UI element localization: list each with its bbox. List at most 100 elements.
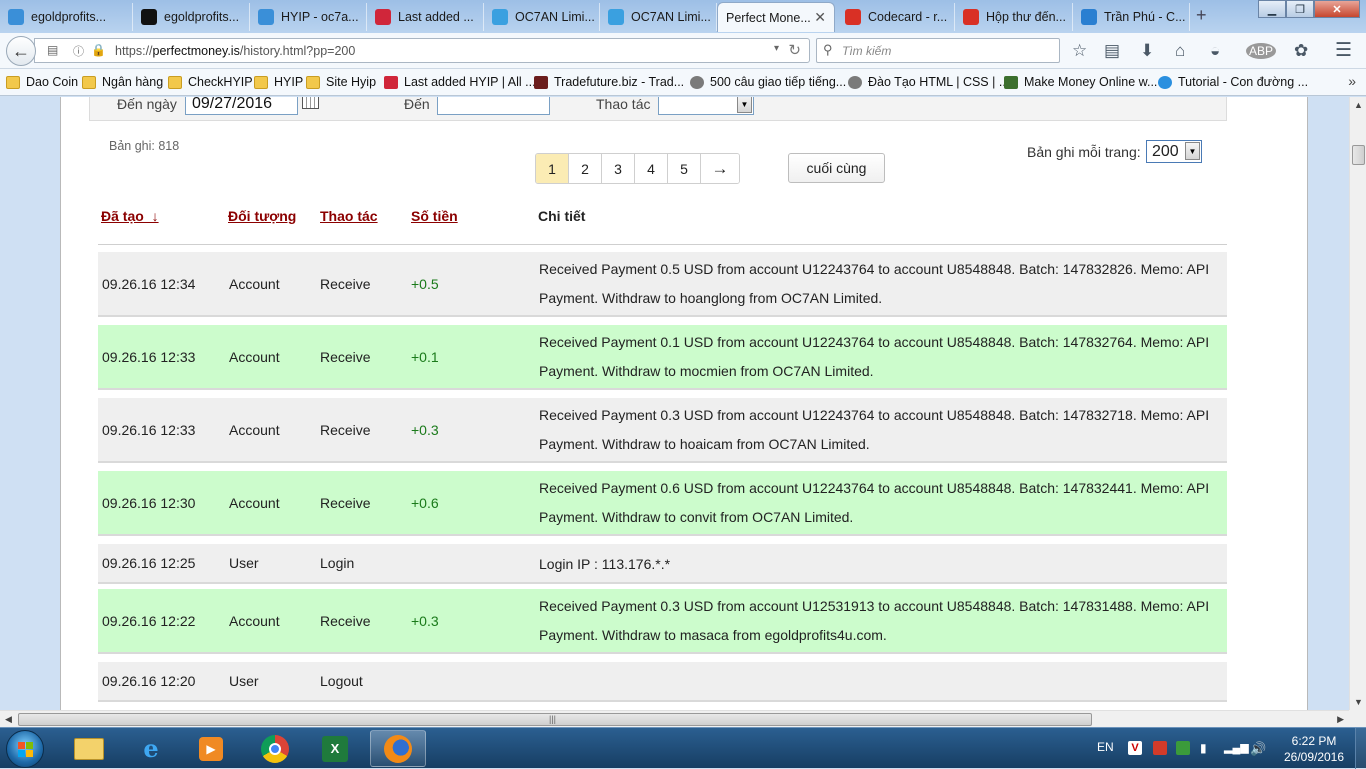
- search-box[interactable]: ⚲ Tìm kiếm: [816, 38, 1060, 63]
- browser-tab[interactable]: Trần Phú - C...: [1073, 3, 1190, 31]
- more-bookmarks-icon[interactable]: »: [1348, 73, 1356, 89]
- shield-icon[interactable]: [1153, 741, 1167, 755]
- search-placeholder: Tìm kiếm: [842, 44, 892, 58]
- record-count: Bản ghi: 818: [109, 139, 180, 153]
- column-operation-sort[interactable]: Thao tác: [320, 208, 378, 224]
- signal-icon[interactable]: ▂▄▆: [1224, 741, 1249, 755]
- browser-tab[interactable]: HYIP - oc7a...: [250, 3, 367, 31]
- network-app-icon[interactable]: [1176, 741, 1190, 755]
- page-5-button[interactable]: 5: [668, 154, 701, 183]
- bookmark-item[interactable]: Last added HYIP | All ...: [384, 75, 536, 89]
- bookmark-item[interactable]: Tutorial - Con đường ...: [1158, 75, 1308, 89]
- start-button[interactable]: [6, 730, 44, 768]
- to-field[interactable]: [437, 97, 550, 115]
- cell-operation: Receive: [320, 349, 371, 365]
- to-date-field[interactable]: 09/27/2016: [185, 97, 298, 115]
- cell-amount: +0.5: [411, 276, 439, 292]
- close-window-button[interactable]: ✕: [1314, 0, 1360, 18]
- bookmark-item[interactable]: Dao Coin: [6, 75, 78, 89]
- per-page-select[interactable]: 200 ▼: [1146, 140, 1202, 163]
- vertical-scroll-thumb[interactable]: [1352, 145, 1365, 165]
- extension-icon[interactable]: ✿: [1294, 41, 1308, 61]
- bookmark-item[interactable]: Đào Tạo HTML | CSS | ...: [848, 75, 1009, 89]
- show-desktop-button[interactable]: [1355, 728, 1366, 769]
- clock[interactable]: 6:22 PM 26/09/2016: [1281, 733, 1347, 765]
- browser-tab[interactable]: OC7AN Limi...: [600, 3, 717, 31]
- cell-date: 09.26.16 12:34: [102, 276, 196, 292]
- taskbar-chrome[interactable]: [247, 730, 303, 767]
- page-1-button[interactable]: 1: [536, 154, 569, 183]
- last-page-button[interactable]: cuối cùng: [788, 153, 885, 183]
- browser-tab[interactable]: OC7AN Limi...: [484, 3, 600, 31]
- url-text[interactable]: https://perfectmoney.is/history.html?pp=…: [115, 44, 355, 58]
- scroll-up-icon[interactable]: ▲: [1354, 100, 1363, 110]
- minimize-button[interactable]: ▁: [1258, 0, 1286, 18]
- close-tab-icon[interactable]: ✕: [814, 9, 826, 26]
- new-tab-button[interactable]: +: [1196, 5, 1207, 26]
- bookmark-item[interactable]: HYIP: [254, 75, 303, 89]
- taskbar-internet-explorer[interactable]: e: [123, 730, 179, 767]
- restore-button[interactable]: ❐: [1286, 0, 1314, 18]
- bookmark-item[interactable]: Make Money Online w...: [1004, 75, 1157, 89]
- page-3-button[interactable]: 3: [602, 154, 635, 183]
- column-amount-sort[interactable]: Số tiền: [411, 208, 458, 224]
- next-page-button[interactable]: →: [701, 154, 739, 183]
- bookmark-item[interactable]: CheckHYIP: [168, 75, 253, 89]
- horizontal-scrollbar[interactable]: ◀ ||| ▶: [0, 710, 1349, 727]
- operation-filter-label: Thao tác: [596, 97, 651, 112]
- taskbar-firefox[interactable]: [370, 730, 426, 767]
- bookmark-item[interactable]: Ngân hàng: [82, 75, 163, 89]
- site-identity-icon[interactable]: ⓘ: [73, 43, 84, 59]
- skype-icon: [1158, 75, 1172, 89]
- back-button[interactable]: ←: [6, 36, 36, 66]
- cell-amount: +0.1: [411, 349, 439, 365]
- page-info-icon[interactable]: ▤: [47, 43, 58, 57]
- power-icon[interactable]: ▮: [1200, 741, 1214, 755]
- adblock-icon[interactable]: ABP: [1246, 43, 1277, 59]
- menu-icon[interactable]: ☰: [1335, 39, 1352, 62]
- taskbar-excel[interactable]: X: [307, 730, 363, 767]
- browser-tab[interactable]: egoldprofits...: [0, 3, 133, 31]
- cell-operation: Receive: [320, 495, 371, 511]
- taskbar-media-player[interactable]: ▶: [183, 730, 239, 767]
- scroll-left-icon[interactable]: ◀: [5, 714, 12, 725]
- page-2-button[interactable]: 2: [569, 154, 602, 183]
- column-object-sort[interactable]: Đối tượng: [228, 208, 296, 224]
- horizontal-scroll-thumb[interactable]: |||: [18, 713, 1092, 726]
- browser-tab[interactable]: Codecard - r...: [837, 3, 955, 31]
- language-indicator[interactable]: EN: [1097, 740, 1114, 754]
- browser-tab[interactable]: Last added ...: [367, 3, 484, 31]
- column-created-sort[interactable]: Đã tạo_↓: [101, 208, 159, 224]
- scroll-right-icon[interactable]: ▶: [1337, 714, 1344, 725]
- operation-select[interactable]: ▼: [658, 97, 754, 115]
- tab-perfect-money-active[interactable]: Perfect Mone... ✕: [717, 2, 835, 32]
- bookmark-item[interactable]: Site Hyip: [306, 75, 376, 89]
- cell-amount: +0.3: [411, 422, 439, 438]
- pocket-icon[interactable]: ◒: [1210, 41, 1220, 61]
- home-icon[interactable]: ⌂: [1175, 41, 1185, 61]
- cell-date: 09.26.16 12:33: [102, 349, 196, 365]
- reload-icon[interactable]: ↻: [788, 41, 801, 59]
- browser-tab[interactable]: egoldprofits...: [133, 3, 250, 31]
- browser-tab[interactable]: Hộp thư đến...: [955, 3, 1073, 31]
- reading-list-icon[interactable]: ▤: [1104, 41, 1120, 61]
- windows-logo-icon: [26, 742, 33, 749]
- bookmark-star-icon[interactable]: ☆: [1072, 41, 1087, 61]
- scroll-down-icon[interactable]: ▼: [1354, 697, 1363, 707]
- next-arrow-icon: →: [711, 158, 729, 178]
- page-4-button[interactable]: 4: [635, 154, 668, 183]
- antivirus-icon[interactable]: V: [1128, 741, 1142, 755]
- volume-icon[interactable]: 🔊: [1250, 741, 1266, 756]
- bookmark-item[interactable]: 500 câu giao tiếp tiếng...: [690, 75, 846, 89]
- downloads-icon[interactable]: ⬇: [1140, 41, 1154, 61]
- bookmark-item[interactable]: Tradefuture.biz - Trad...: [534, 75, 684, 89]
- address-bar[interactable]: ▤ ⓘ 🔒 https://perfectmoney.is/history.ht…: [34, 38, 810, 63]
- cell-object: User: [229, 673, 259, 689]
- calendar-icon[interactable]: [302, 97, 319, 109]
- dropdown-arrow-icon[interactable]: ▾: [774, 43, 779, 54]
- table-row: 09.26.16 12:22 Account Receive +0.3 Received…: [98, 589, 1227, 654]
- vertical-scrollbar[interactable]: ▲ ▼: [1349, 97, 1366, 710]
- skype-icon: [258, 9, 274, 25]
- taskbar-explorer[interactable]: [61, 730, 117, 767]
- folder-icon: [306, 75, 320, 89]
